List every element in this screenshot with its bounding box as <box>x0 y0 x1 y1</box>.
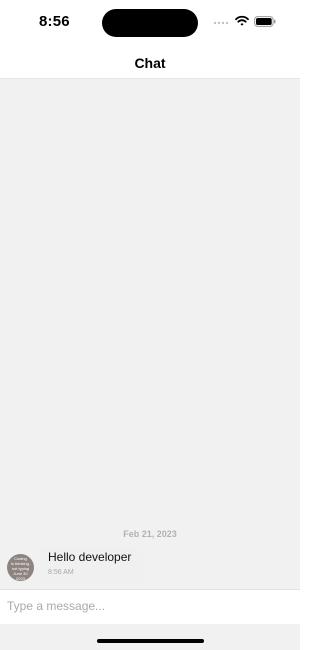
composer-bar <box>0 589 300 624</box>
bottom-safe-area <box>0 624 300 650</box>
battery-icon <box>254 16 276 27</box>
message-input[interactable] <box>7 595 287 617</box>
messages-area[interactable]: Feb 21, 2023 Coding is thinking, not typ… <box>0 79 300 589</box>
status-time: 8:56 <box>39 13 70 30</box>
message-time: 8:56 AM <box>48 569 74 576</box>
date-divider: Feb 21, 2023 <box>123 529 177 539</box>
chat-screen: 8:56 Chat Feb 21, 2023 Coding is thinkin… <box>0 0 300 650</box>
message-bubble[interactable]: Hello developer 8:56 AM <box>40 547 143 583</box>
avatar-caption: Coding is thinking, not typing June 30 2… <box>11 556 30 581</box>
home-indicator[interactable] <box>97 639 204 643</box>
nav-header: Chat <box>0 44 300 79</box>
message-text: Hello developer <box>48 550 132 564</box>
avatar[interactable]: Coding is thinking, not typing June 30 2… <box>7 554 34 581</box>
status-bar: 8:56 <box>0 0 300 44</box>
dynamic-island <box>102 9 198 37</box>
signal-icon <box>213 21 229 25</box>
page-title: Chat <box>134 55 166 71</box>
wifi-icon <box>235 15 249 26</box>
